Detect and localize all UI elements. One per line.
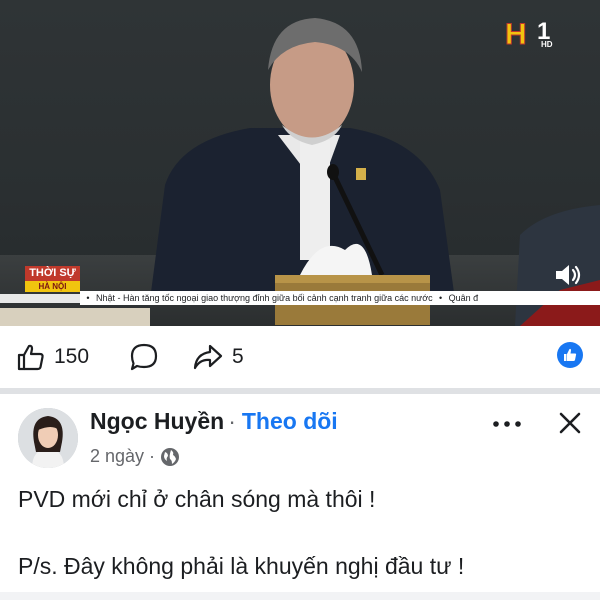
ticker-bullet: • xyxy=(86,293,90,303)
post-text-line-1: PVD mới chỉ ở chân sóng mà thôi ! xyxy=(18,486,376,512)
more-dots-icon xyxy=(493,421,521,427)
meta-separator: · xyxy=(149,446,156,466)
post-author-line: Ngọc Huyền · Theo dõi xyxy=(90,408,338,435)
cut-off-content xyxy=(0,592,600,600)
comment-button[interactable] xyxy=(128,340,168,374)
follow-button[interactable]: Theo dõi xyxy=(242,408,338,434)
like-button[interactable]: 150 xyxy=(16,340,89,374)
post-text-line-2: P/s. Đây không phải là khuyến nghị đầu t… xyxy=(18,553,465,579)
share-count: 5 xyxy=(232,345,244,368)
author-separator: · xyxy=(228,408,236,434)
share-button[interactable]: 5 xyxy=(192,340,244,374)
channel-logo-hd: HD xyxy=(541,40,553,49)
share-icon xyxy=(193,344,223,370)
reaction-bar: 150 5 xyxy=(0,326,600,388)
close-button[interactable] xyxy=(555,408,585,438)
avatar-image xyxy=(18,408,78,468)
ticker-next-headline: Quân đ xyxy=(448,293,479,303)
like-reaction-icon xyxy=(557,342,583,368)
comment-icon xyxy=(130,343,158,371)
globe-icon xyxy=(161,447,180,466)
ticker-headline: Nhật - Hàn tăng tốc ngoại giao thượng đỉ… xyxy=(96,293,433,303)
avatar[interactable] xyxy=(18,408,78,468)
video-player[interactable]: H 1 HD THỜI SỰ HÀ NỘI • Nhật - Hàn tăng t… xyxy=(0,0,600,326)
post-meta: 2 ngày · xyxy=(90,446,180,467)
post-time[interactable]: 2 ngày xyxy=(90,446,144,467)
author-name[interactable]: Ngọc Huyền xyxy=(90,408,224,434)
thumbs-up-icon xyxy=(564,348,577,361)
ticker-bullet: • xyxy=(439,293,443,303)
like-count: 150 xyxy=(54,345,90,368)
post-header: Ngọc Huyền · Theo dõi 2 ngày · xyxy=(0,394,600,474)
thumbs-up-icon xyxy=(17,344,44,371)
close-icon xyxy=(559,412,581,434)
volume-button[interactable] xyxy=(551,260,585,290)
channel-logo-h: H xyxy=(505,18,528,52)
news-ticker: • Nhật - Hàn tăng tốc ngoại giao thượng đ… xyxy=(80,291,600,305)
program-badge-top: THỜI SỰ xyxy=(25,266,80,281)
program-badge: THỜI SỰ HÀ NỘI xyxy=(25,266,80,294)
speaker-icon xyxy=(556,265,581,285)
more-options-button[interactable] xyxy=(490,412,524,436)
ticker-left-bar xyxy=(0,294,80,303)
channel-logo: H 1 HD xyxy=(505,16,561,52)
program-badge-bottom: HÀ NỘI xyxy=(25,281,80,292)
